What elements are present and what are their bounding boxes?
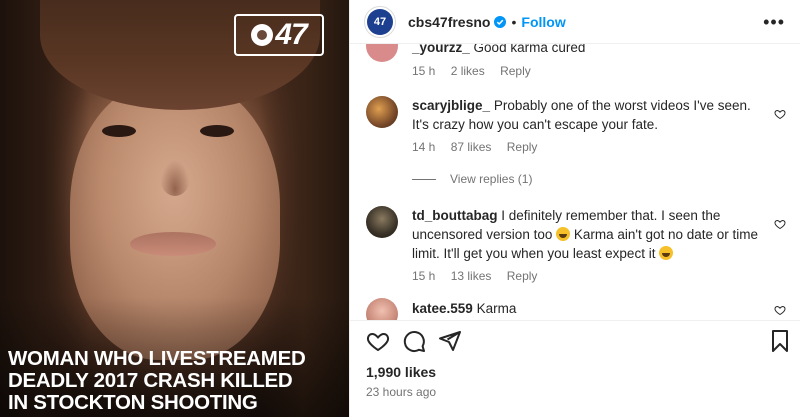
separator-dot: •: [511, 13, 517, 30]
comment-text: katee.559 Karma: [412, 299, 762, 318]
comment-text: scaryjblige_ Probably one of the worst v…: [412, 96, 762, 134]
lips: [130, 232, 216, 256]
account-avatar[interactable]: 47: [364, 5, 396, 38]
eye-left: [102, 125, 136, 137]
avatar-logo: 47: [367, 8, 393, 35]
media-headline: WOMAN WHO LIVESTREAMED DEADLY 2017 CRASH…: [8, 348, 348, 414]
post-header: 47 cbs47fresno • Follow •••: [350, 0, 800, 44]
view-replies-button[interactable]: View replies (1): [412, 172, 532, 186]
post-media[interactable]: 47 WOMAN WHO LIVESTREAMED DEADLY 2017 CR…: [0, 0, 349, 417]
comment-username[interactable]: td_bouttabag: [412, 208, 498, 223]
comment-like-heart-icon[interactable]: [774, 304, 786, 316]
more-options-icon[interactable]: •••: [763, 13, 785, 31]
comment-username[interactable]: scaryjblige_: [412, 98, 490, 113]
bookmark-icon[interactable]: [768, 329, 792, 353]
nose: [160, 160, 190, 196]
comment-avatar[interactable]: [366, 206, 398, 238]
account-username[interactable]: cbs47fresno: [408, 14, 490, 30]
comment-body: Karma: [476, 301, 517, 316]
post-panel: 47 cbs47fresno • Follow ••• _yourzz_ Goo…: [349, 0, 800, 417]
comment-body: Good karma cured: [473, 44, 586, 55]
station-logo: 47: [234, 14, 324, 56]
comment-avatar[interactable]: [366, 44, 398, 62]
comment-like-heart-icon[interactable]: [774, 218, 786, 230]
share-icon[interactable]: [438, 329, 462, 353]
comment-meta: 15 h 2 likes Reply: [412, 64, 543, 78]
comment-likes[interactable]: 13 likes: [451, 269, 492, 283]
verified-badge-icon: [494, 15, 507, 28]
follow-button[interactable]: Follow: [521, 14, 565, 30]
reply-button[interactable]: Reply: [507, 269, 538, 283]
cbs-eye-icon: [251, 24, 274, 46]
comment-icon[interactable]: [402, 329, 426, 353]
comments-list[interactable]: _yourzz_ Good karma cured 15 h 2 likes R…: [350, 44, 800, 320]
replies-line: [412, 178, 436, 180]
logo-number: 47: [275, 18, 307, 51]
comment-time: 15 h: [412, 269, 436, 283]
grinning-emoji-icon: [659, 246, 674, 260]
like-heart-icon[interactable]: [366, 329, 390, 353]
reply-button[interactable]: Reply: [500, 64, 531, 78]
comment-like-heart-icon[interactable]: [774, 108, 786, 120]
comment-meta: 14 h 87 likes Reply: [412, 140, 549, 154]
comment-time: 14 h: [412, 140, 436, 154]
likes-count[interactable]: 1,990 likes: [366, 364, 436, 380]
comment-likes[interactable]: 87 likes: [451, 140, 492, 154]
view-replies-label[interactable]: View replies (1): [450, 172, 532, 186]
headline-line: WOMAN WHO LIVESTREAMED: [8, 347, 306, 370]
eye-right: [200, 125, 234, 137]
comment-avatar[interactable]: [366, 298, 398, 320]
comment-avatar[interactable]: [366, 96, 398, 128]
reply-button[interactable]: Reply: [507, 140, 538, 154]
comment-likes[interactable]: 2 likes: [451, 64, 485, 78]
comment-username[interactable]: katee.559: [412, 301, 473, 316]
post-time[interactable]: 23 hours ago: [366, 385, 436, 399]
headline-line: DEADLY 2017 CRASH KILLED: [8, 369, 293, 392]
comment-time: 15 h: [412, 64, 436, 78]
comment-username[interactable]: _yourzz_: [412, 44, 470, 55]
comment-meta: 15 h 13 likes Reply: [412, 269, 549, 283]
comment-text: _yourzz_ Good karma cured: [412, 44, 762, 57]
comment-text: td_bouttabag I definitely remember that.…: [412, 206, 762, 263]
post-actions: [350, 320, 800, 360]
grinning-emoji-icon: [556, 227, 571, 241]
headline-line: IN STOCKTON SHOOTING: [8, 391, 258, 414]
